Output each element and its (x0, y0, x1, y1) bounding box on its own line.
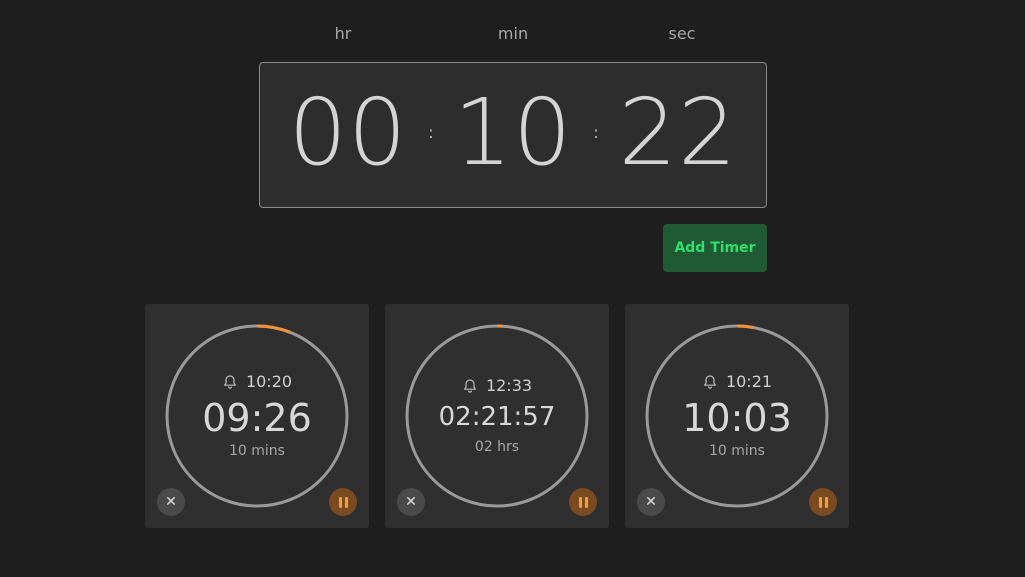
alarm-time: 10:20 (245, 372, 293, 391)
timer-duration: 10 mins (229, 443, 285, 459)
alarm-row: 10:20 (145, 372, 369, 391)
close-button[interactable]: ✕ (397, 488, 425, 516)
remaining-time: 02:21:57 (438, 402, 556, 432)
alarm-time: 12:33 (485, 376, 533, 395)
close-button[interactable]: ✕ (157, 488, 185, 516)
bell-icon (703, 374, 716, 389)
unit-label-sec: sec (668, 24, 696, 43)
timer-duration: 02 hrs (474, 439, 520, 455)
unit-label-hr: hr (334, 24, 352, 43)
pause-icon (818, 496, 828, 508)
close-icon: ✕ (405, 494, 417, 510)
pause-button[interactable] (329, 488, 357, 516)
timer-duration: 10 mins (709, 443, 765, 459)
timer-card: 10:20 09:26 10 mins ✕ (145, 304, 369, 528)
pause-icon (338, 496, 348, 508)
separator: : (428, 123, 434, 142)
bell-icon (223, 374, 236, 389)
bell-icon (463, 378, 476, 393)
unit-label-min: min (497, 24, 529, 43)
alarm-row: 12:33 (385, 376, 609, 395)
alarm-time: 10:21 (725, 372, 773, 391)
hours-input[interactable]: 00 (283, 83, 413, 183)
add-timer-button[interactable]: Add Timer (663, 224, 767, 272)
seconds-input[interactable]: 22 (613, 83, 743, 183)
pause-button[interactable] (809, 488, 837, 516)
alarm-row: 10:21 (625, 372, 849, 391)
timer-card: 12:33 02:21:57 02 hrs ✕ (385, 304, 609, 528)
close-button[interactable]: ✕ (637, 488, 665, 516)
separator: : (593, 123, 599, 142)
pause-icon (578, 496, 588, 508)
close-icon: ✕ (165, 494, 177, 510)
timer-card: 10:21 10:03 10 mins ✕ (625, 304, 849, 528)
pause-button[interactable] (569, 488, 597, 516)
remaining-time: 10:03 (682, 396, 792, 440)
close-icon: ✕ (645, 494, 657, 510)
remaining-time: 09:26 (202, 396, 312, 440)
minutes-input[interactable]: 10 (448, 83, 578, 183)
time-entry-panel: 00 : 10 : 22 (259, 62, 767, 208)
